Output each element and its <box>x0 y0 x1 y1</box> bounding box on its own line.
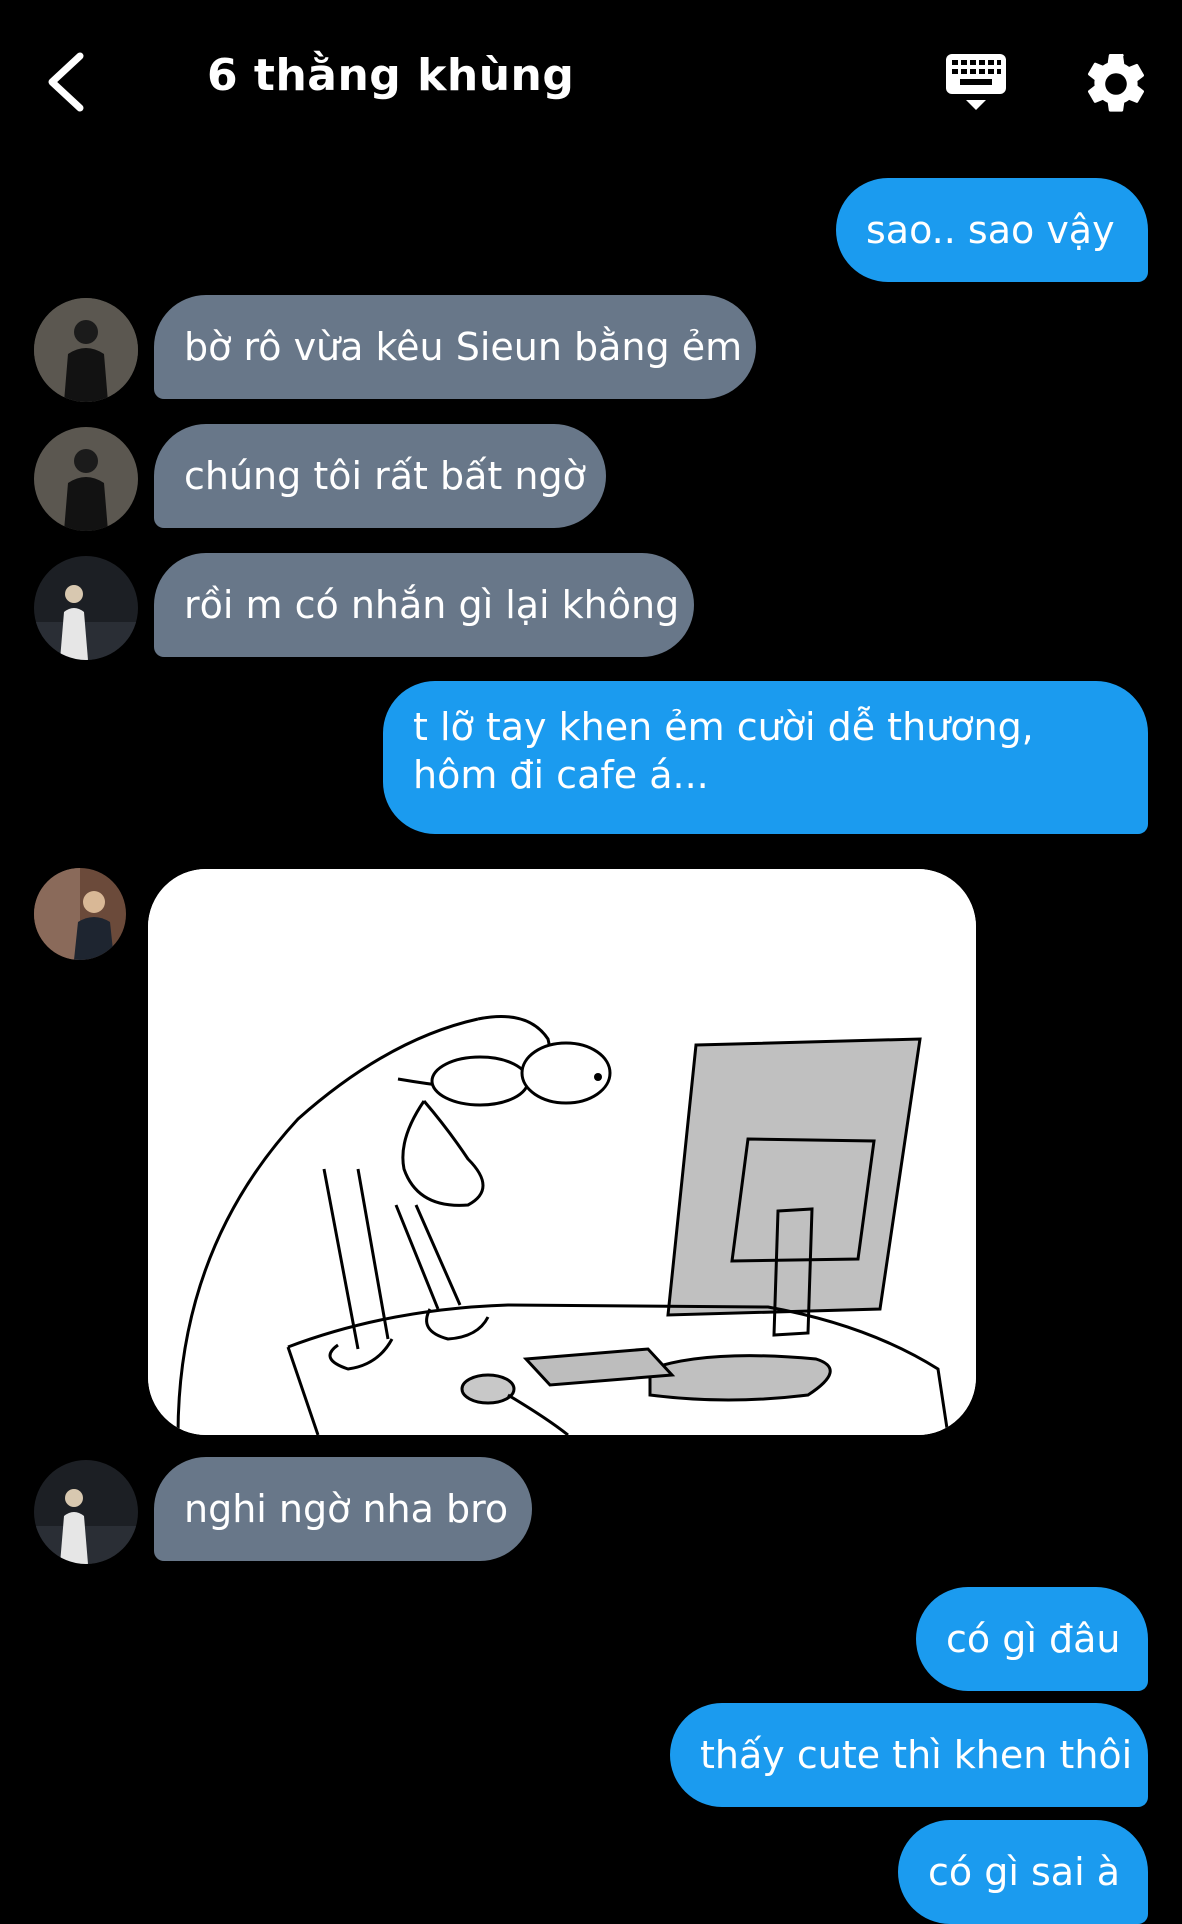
stick-figure-at-computer-drawing <box>148 869 976 1435</box>
message-text: t lỡ tay khen ẻm cười dễ thương, hôm đi … <box>413 705 1034 797</box>
message-text: bờ rô vừa kêu Sieun bằng ẻm <box>184 325 743 369</box>
gear-icon <box>1087 53 1145 112</box>
avatar[interactable] <box>34 868 126 960</box>
avatar[interactable] <box>34 298 138 402</box>
keyboard-button[interactable] <box>940 48 1012 120</box>
message-bubble-incoming[interactable]: bờ rô vừa kêu Sieun bằng ẻm <box>154 295 756 399</box>
chat-header: 6 thằng khùng <box>0 0 1182 160</box>
message-bubble-incoming[interactable]: rồi m có nhắn gì lại không <box>154 553 694 657</box>
message-bubble-outgoing[interactable]: có gì đâu <box>916 1587 1148 1691</box>
message-bubble-outgoing[interactable]: t lỡ tay khen ẻm cười dễ thương, hôm đi … <box>383 681 1148 834</box>
message-text: nghi ngờ nha bro <box>184 1487 509 1531</box>
message-bubble-incoming[interactable]: nghi ngờ nha bro <box>154 1457 532 1561</box>
message-text: thấy cute thì khen thôi <box>700 1733 1133 1777</box>
avatar[interactable] <box>34 427 138 531</box>
message-bubble-incoming[interactable]: chúng tôi rất bất ngờ <box>154 424 606 528</box>
avatar[interactable] <box>34 1460 138 1564</box>
message-text: có gì sai à <box>928 1850 1120 1894</box>
settings-button[interactable] <box>1080 48 1152 120</box>
message-bubble-outgoing[interactable]: thấy cute thì khen thôi <box>670 1703 1148 1807</box>
message-text: chúng tôi rất bất ngờ <box>184 454 586 498</box>
message-bubble-outgoing[interactable]: có gì sai à <box>898 1820 1148 1924</box>
chevron-left-icon <box>48 52 84 112</box>
message-bubble-outgoing[interactable]: sao.. sao vậy <box>836 178 1148 282</box>
message-text: sao.. sao vậy <box>866 208 1115 252</box>
avatar[interactable] <box>34 556 138 660</box>
message-text: có gì đâu <box>946 1617 1121 1661</box>
image-message[interactable] <box>148 869 976 1435</box>
keyboard-icon <box>946 54 1006 110</box>
chat-title[interactable]: 6 thằng khùng <box>207 50 574 101</box>
message-text: rồi m có nhắn gì lại không <box>184 583 680 627</box>
back-button[interactable] <box>38 42 118 122</box>
